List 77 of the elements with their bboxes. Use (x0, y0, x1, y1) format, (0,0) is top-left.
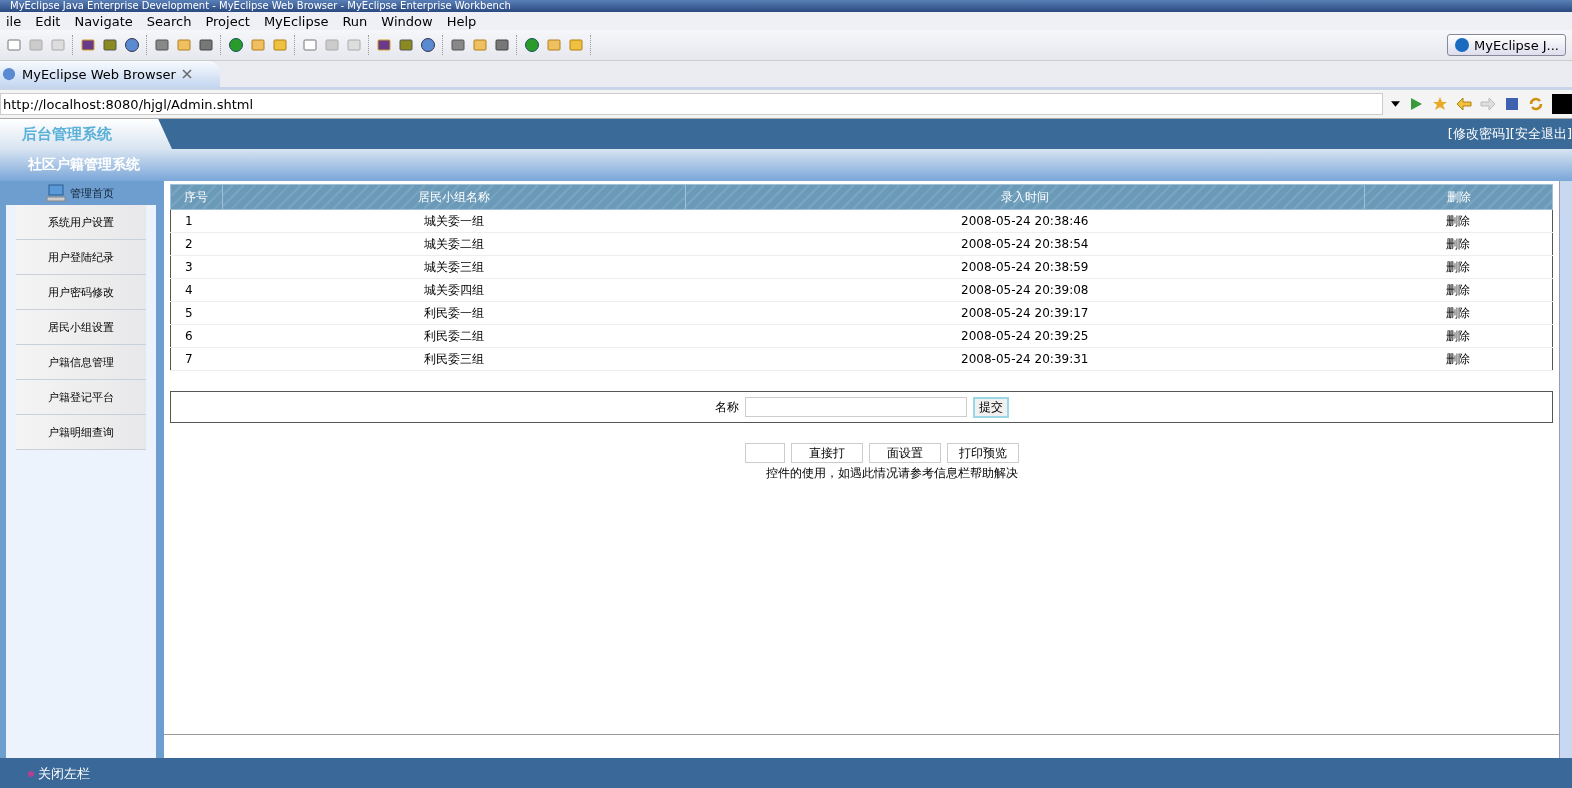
window-title: MyEclipse Java Enterprise Development - MyEclipse Web Browser - MyEclipse Enterprise Workbench (10, 0, 511, 11)
table-cell: 1 (170, 209, 222, 233)
delete-link[interactable]: 删除 (1364, 255, 1553, 279)
menu-item[interactable]: ile (0, 13, 28, 29)
column-header: 录入时间 (685, 184, 1365, 210)
menu-item[interactable]: Window (375, 13, 439, 29)
delete-link[interactable]: 删除 (1364, 232, 1553, 256)
table-cell: 2008-05-24 20:38:59 (685, 255, 1365, 279)
sidebar-item[interactable]: 居民小组设置 (16, 310, 146, 345)
logo-text: 后台管理系统 (22, 124, 112, 144)
name-field[interactable] (744, 397, 967, 417)
table-cell: 7 (170, 347, 222, 371)
delete-link[interactable]: 删除 (1364, 347, 1553, 371)
menu-item[interactable]: Project (199, 13, 256, 29)
table-cell: 利民委一组 (222, 301, 685, 325)
header-link[interactable]: [安全退出] (1509, 125, 1572, 143)
column-header: 居民小组名称 (222, 184, 685, 210)
delete-link[interactable]: 删除 (1364, 324, 1553, 348)
table-cell: 5 (170, 301, 222, 325)
address-field[interactable]: http://localhost:8080/hjgl/Admin.shtml (0, 93, 1383, 115)
table-cell: 城关委三组 (222, 255, 685, 279)
back-arrow-icon[interactable] (1456, 96, 1472, 112)
star-icon[interactable] (1432, 96, 1448, 112)
table-cell: 2008-05-24 20:38:54 (685, 232, 1365, 256)
table-cell: 城关委二组 (222, 232, 685, 256)
system-title: 社区户籍管理系统 (28, 156, 140, 174)
menu-item[interactable]: Search (140, 13, 198, 29)
m-logo-icon (1454, 37, 1471, 53)
print-button[interactable]: 直接打 (790, 443, 863, 463)
print-button[interactable]: 面设置 (868, 443, 941, 463)
table-cell: 城关委四组 (222, 278, 685, 302)
header-link[interactable]: [修改密码] (1447, 125, 1510, 143)
submit-button[interactable]: 提交 (972, 396, 1009, 418)
menu-item[interactable]: MyEclipse (257, 13, 335, 29)
menu-item[interactable]: Edit (29, 13, 67, 29)
delete-link[interactable]: 删除 (1364, 209, 1553, 233)
sidebar-item[interactable]: 用户密码修改 (16, 275, 146, 310)
column-header: 删除 (1364, 184, 1553, 210)
dropdown-caret-icon[interactable] (1391, 101, 1400, 107)
toggle-sidebar-link[interactable]: 关闭左栏 (38, 764, 90, 783)
help-note: 控件的使用，如遇此情况请参考信息栏帮助解决 (764, 465, 1019, 482)
perspective-button[interactable]: MyEclipse J... (1447, 34, 1566, 56)
table-cell: 利民委三组 (222, 347, 685, 371)
print-button[interactable]: 打印预览 (946, 443, 1019, 463)
table-cell: 4 (170, 278, 222, 302)
table-cell: 2008-05-24 20:39:17 (685, 301, 1365, 325)
print-button[interactable] (744, 443, 785, 463)
menu-item[interactable]: Navigate (68, 13, 139, 29)
refresh-icon[interactable] (1528, 96, 1544, 112)
table-cell: 3 (170, 255, 222, 279)
sidebar-item[interactable]: 户籍登记平台 (16, 380, 146, 415)
stop-icon[interactable] (1504, 96, 1520, 112)
table-cell: 利民委二组 (222, 324, 685, 348)
table-cell: 2008-05-24 20:39:08 (685, 278, 1365, 302)
delete-link[interactable]: 删除 (1364, 301, 1553, 325)
editor-tab[interactable]: MyEclipse Web Browser (0, 61, 220, 87)
table-cell: 2008-05-24 20:39:25 (685, 324, 1365, 348)
sidebar-item[interactable]: 户籍信息管理 (16, 345, 146, 380)
play-icon[interactable] (1408, 96, 1424, 112)
table-cell: 6 (170, 324, 222, 348)
close-icon[interactable] (181, 69, 192, 79)
home-link[interactable]: 管理首页 (70, 185, 114, 201)
forward-arrow-icon[interactable] (1480, 96, 1496, 112)
menu-item[interactable]: Run (336, 13, 374, 29)
computer-icon (46, 184, 66, 202)
table-cell: 2008-05-24 20:39:31 (685, 347, 1365, 371)
menu-item[interactable]: Help (440, 13, 483, 29)
table-cell: 城关委一组 (222, 209, 685, 233)
field-label: 名称 (714, 398, 739, 416)
sidebar-item[interactable]: 户籍明细查询 (16, 415, 146, 450)
table-cell: 2 (170, 232, 222, 256)
table-cell: 2008-05-24 20:38:46 (685, 209, 1365, 233)
dot-icon (28, 770, 34, 777)
sidebar-item[interactable]: 用户登陆纪录 (16, 240, 146, 275)
delete-link[interactable]: 删除 (1364, 278, 1553, 302)
column-header: 序号 (170, 184, 222, 210)
sidebar-item[interactable]: 系统用户设置 (16, 205, 146, 240)
